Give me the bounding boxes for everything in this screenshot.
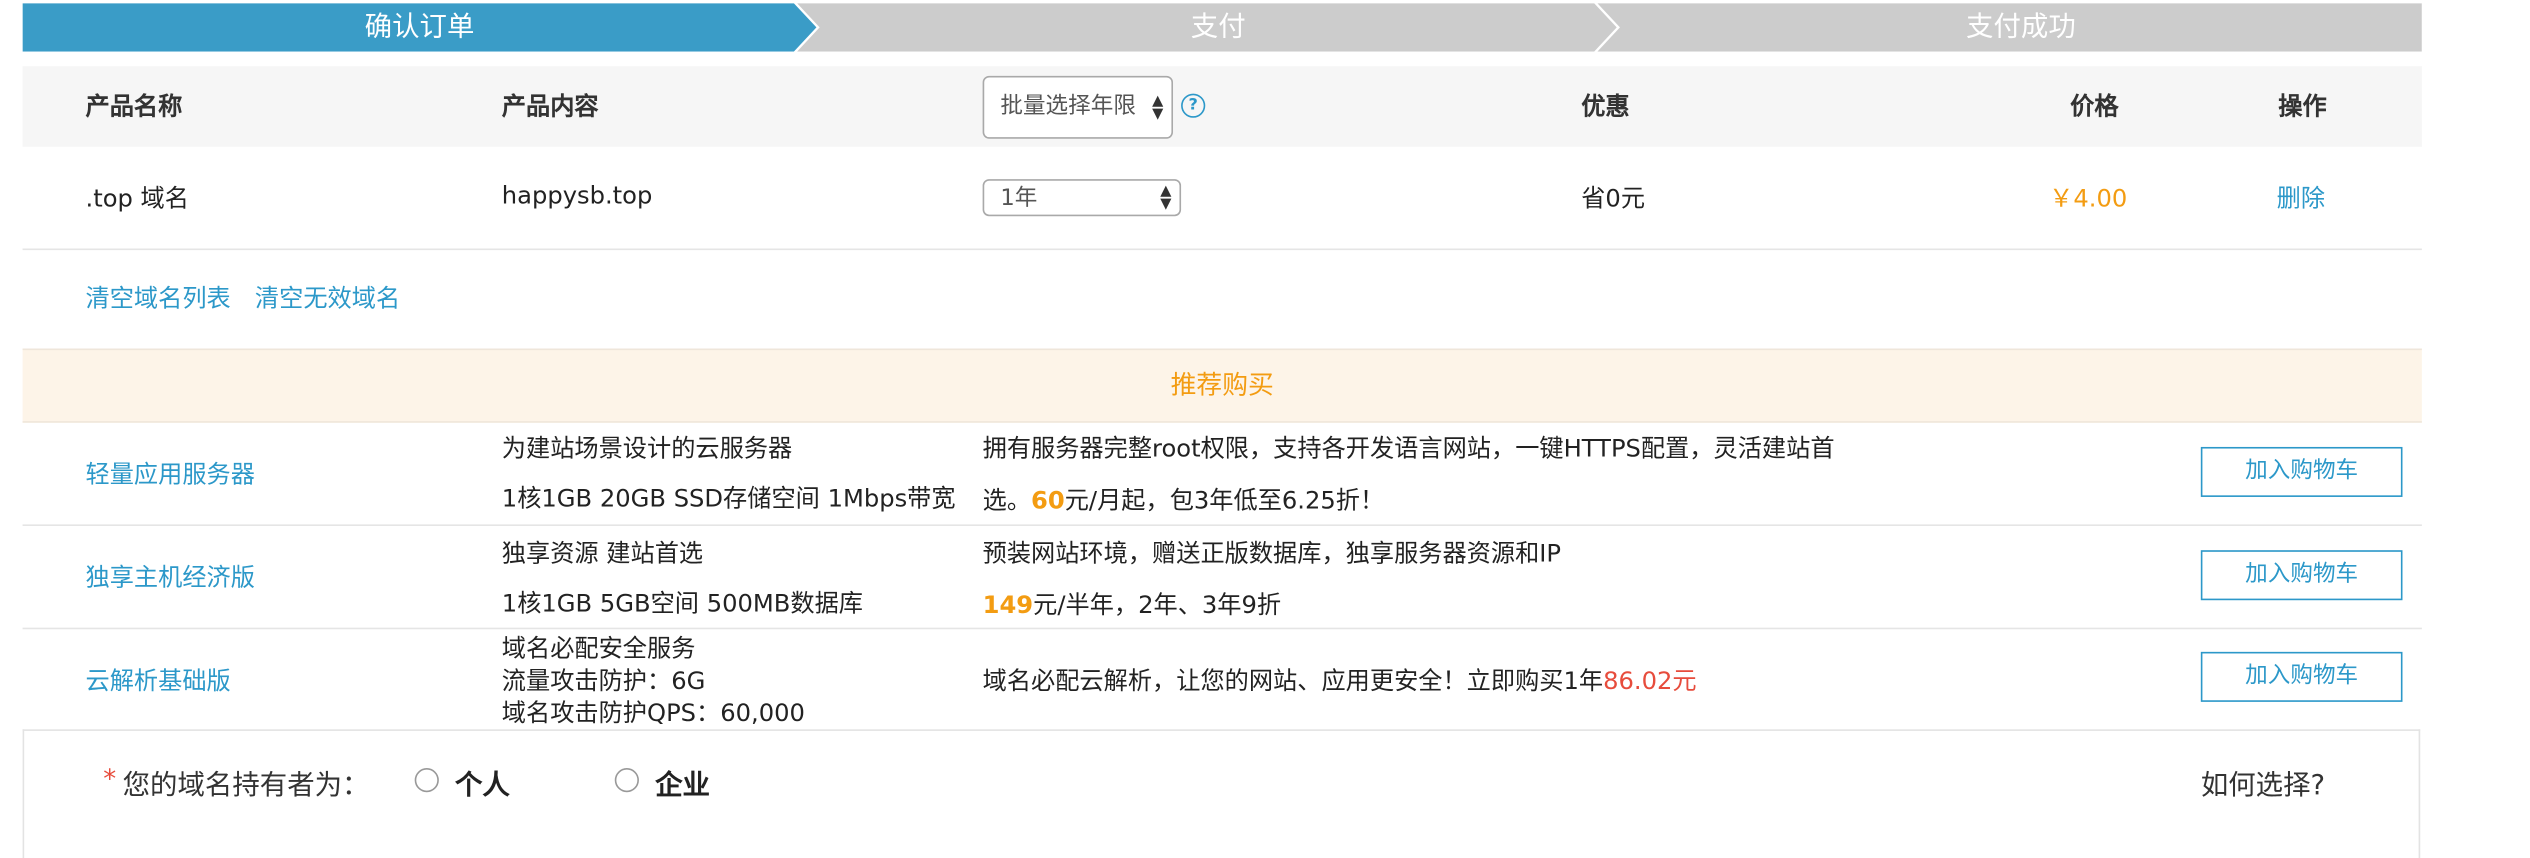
add-to-cart-button[interactable]: 加入购物车 (2200, 550, 2403, 601)
owner-option-company[interactable]: 企业 (655, 762, 710, 802)
owner-option-individual[interactable]: 个人 (455, 762, 510, 802)
step-payment: 支付 (1190, 11, 1246, 44)
add-to-cart-button[interactable]: 加入购物车 (2200, 446, 2403, 497)
select-arrows-icon: ▲ ▼ (1152, 92, 1164, 122)
delete-link[interactable]: 删除 (2277, 181, 2325, 215)
domain-owner-section: * 您的域名持有者为： 个人 企业 如何选择? (22, 729, 2421, 858)
checkout-steps: 确认订单 支付 支付成功 (22, 3, 2422, 52)
desc-suffix: 元/月起，包3年低至6.25折！ (1064, 485, 1385, 515)
batch-period-select[interactable]: 批量选择年限 ▲ ▼ (982, 75, 1174, 139)
desc-price-highlight: 149 (982, 590, 1034, 620)
recommend-desc-line1: 拥有服务器完整root权限，支持各开发语言网站，一键HTTPS配置，灵活建站首 (982, 434, 1835, 464)
owner-label: 您的域名持有者为： (122, 769, 370, 802)
header-discount: 优惠 (1581, 91, 1630, 122)
header-product-name: 产品名称 (85, 91, 183, 122)
recommend-spec-line2: 1核1GB 20GB SSD存储空间 1Mbps带宽 (501, 484, 956, 514)
step-payment-success: 支付成功 (1966, 11, 2076, 44)
required-mark: * (103, 763, 117, 794)
step-confirm-order: 确认订单 (364, 11, 475, 44)
desc-prefix: 选。 (982, 485, 1032, 515)
recommend-item-name-dns-basic[interactable]: 云解析基础版 (86, 663, 231, 697)
row-price: ￥4.00 (2049, 183, 2128, 213)
order-table-header: 产品名称 产品内容 批量选择年限 ▲ ▼ ? 优惠 价格 操作 (22, 66, 2422, 147)
recommend-spec-line1: 独享资源 建站首选 (501, 538, 704, 568)
batch-period-select-label: 批量选择年限 (1000, 93, 1136, 120)
recommend-spec-line2: 流量攻击防护：6G (501, 666, 706, 696)
recommend-title: 推荐购买 (1170, 369, 1274, 401)
help-icon[interactable]: ? (1181, 93, 1206, 118)
row-discount: 省0元 (1581, 183, 1646, 213)
row-divider (22, 248, 2422, 251)
row-product-content: happysb.top (501, 180, 653, 210)
recommend-header: 推荐购买 (22, 348, 2422, 423)
add-to-cart-button[interactable]: 加入购物车 (2200, 651, 2403, 702)
recommend-spec-line1: 为建站场景设计的云服务器 (501, 434, 793, 464)
clear-domain-list-link[interactable]: 清空域名列表 (86, 281, 231, 315)
header-price: 价格 (2070, 91, 2119, 122)
recommend-spec-line3: 域名攻击防护QPS：60,000 (501, 698, 805, 728)
recommend-item-name-lite-server[interactable]: 轻量应用服务器 (86, 457, 255, 491)
recommend-desc-line2: 选。60元/月起，包3年低至6.25折！ (983, 482, 1385, 516)
select-arrows-icon: ▲ ▼ (1160, 183, 1172, 213)
recommend-desc-line1: 域名必配云解析，让您的网站、应用更安全！立即购买1年86.02元 (983, 663, 1697, 697)
row-divider (22, 524, 2422, 527)
how-to-choose-link[interactable]: 如何选择? (2201, 762, 2325, 802)
recommend-item-name-dedicated-host[interactable]: 独享主机经济版 (86, 560, 255, 594)
header-action: 操作 (2278, 91, 2327, 122)
owner-radio-individual[interactable] (414, 768, 439, 793)
recommend-desc-line2: 149元/半年，2年、3年9折 (983, 587, 1281, 621)
row-period-select[interactable]: 1年 ▲ ▼ (982, 179, 1182, 217)
row-period-value: 1年 (1000, 185, 1038, 212)
desc-text: 域名必配云解析，让您的网站、应用更安全！立即购买1年 (982, 666, 1604, 696)
clear-invalid-domains-link[interactable]: 清空无效域名 (255, 281, 400, 315)
header-product-content: 产品内容 (501, 91, 599, 122)
desc-price-highlight: 86.02元 (1603, 666, 1697, 696)
recommend-spec-line2: 1核1GB 5GB空间 500MB数据库 (501, 588, 863, 618)
row-divider (22, 627, 2422, 630)
row-product-name: .top 域名 (85, 183, 189, 213)
recommend-spec-line1: 域名必配安全服务 (501, 634, 696, 664)
owner-radio-company[interactable] (614, 768, 639, 793)
desc-suffix: 元/半年，2年、3年9折 (1033, 590, 1282, 620)
recommend-desc-line1: 预装网站环境，赠送正版数据库，独享服务器资源和IP (982, 538, 1562, 568)
desc-price-highlight: 60 (1031, 485, 1065, 515)
